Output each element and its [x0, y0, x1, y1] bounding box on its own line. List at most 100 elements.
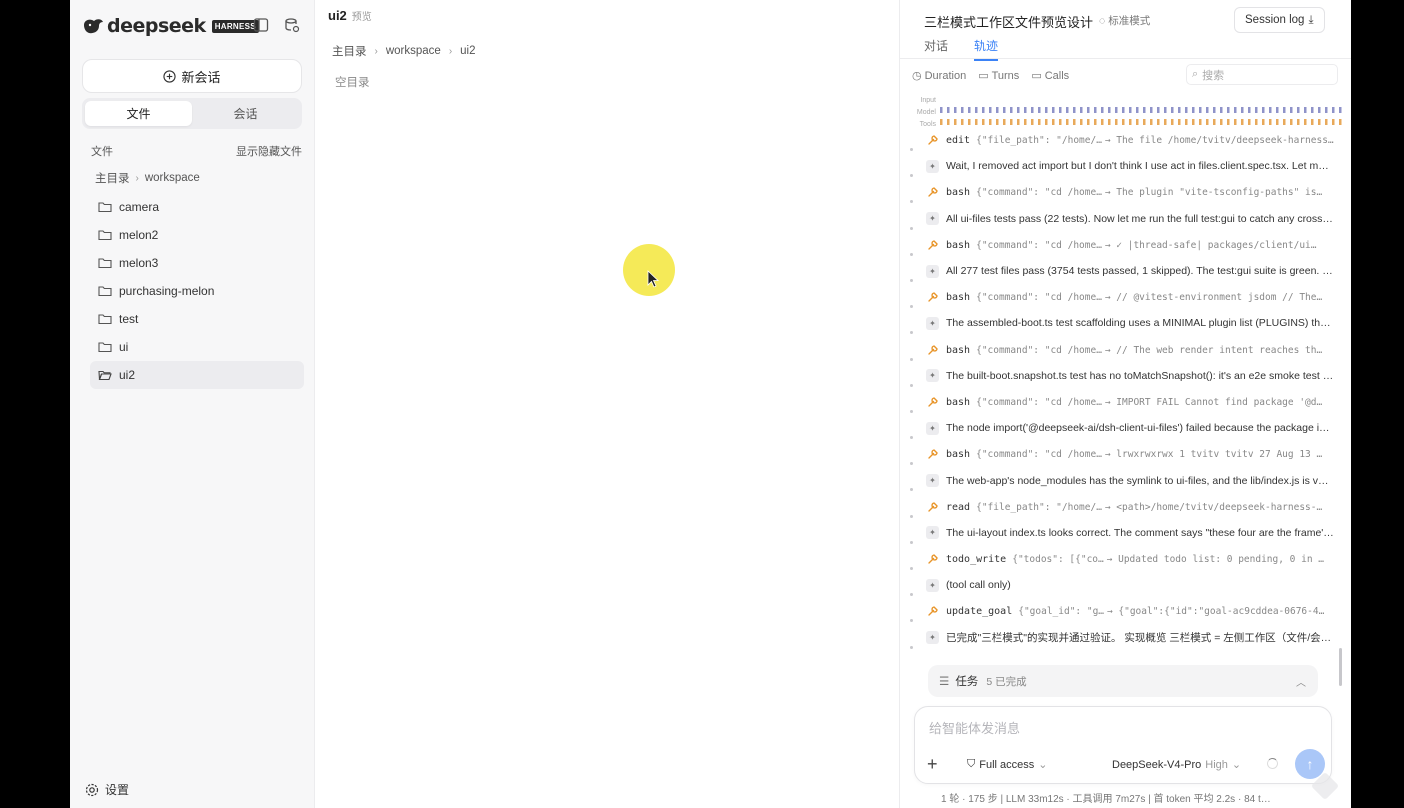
chevron-right-icon: ›: [448, 45, 453, 57]
timeline-tick: [968, 119, 971, 125]
trace-message[interactable]: ✦ All 277 test files pass (3754 tests pas…: [900, 258, 1345, 284]
trace-tool-call[interactable]: update_goal {"goal_id": "g… → {"goal":{"i…: [900, 598, 1345, 624]
timeline-dot: [910, 645, 913, 649]
timeline-tick: [1227, 119, 1230, 125]
show-hidden-files-link[interactable]: 显示隐藏文件: [236, 143, 302, 159]
sidebar-tabs: 文件 会话: [82, 98, 302, 129]
trace-message[interactable]: ✦ The web-app's node_modules has the syml…: [900, 467, 1345, 493]
folder-icon: [98, 202, 112, 213]
trace-tool-call[interactable]: bash {"command": "cd /home… → // The web …: [900, 337, 1345, 363]
trace-tool-call[interactable]: bash {"command": "cd /home… → ✓ |thread-s…: [900, 232, 1345, 258]
trace-text: update_goal {"goal_id": "g… → {"goal":{"i…: [946, 605, 1334, 617]
message-input[interactable]: 给智能体发消息: [929, 718, 1020, 737]
mode-icon: ◌: [1099, 14, 1106, 27]
task-summary-bar[interactable]: ☰ 任务 5 已完成 ︿: [928, 665, 1318, 697]
tool-result: → The plugin "vite-tsconfig-paths" is…: [1104, 187, 1323, 199]
timeline-tick: [1185, 119, 1188, 125]
timeline-tick: [961, 107, 964, 113]
sparkle-icon: ✦: [926, 159, 939, 173]
timeline-dot: [910, 252, 913, 256]
breadcrumb-home[interactable]: 主目录: [95, 170, 130, 186]
timeline-tick: [1227, 107, 1230, 113]
database-icon[interactable]: [284, 17, 300, 33]
folder-item[interactable]: ui2: [90, 361, 304, 389]
filter-turns[interactable]: ▭ Turns: [978, 69, 1019, 83]
trace-message[interactable]: ✦ The assembled-boot.ts test scaffolding …: [900, 310, 1345, 336]
trace-message[interactable]: ✦ 已完成"三栏模式"的实现并通过验证。 实现概览 三栏模式 = 左侧工作区（文件…: [900, 625, 1345, 651]
timeline-tick: [1241, 119, 1244, 125]
folder-item[interactable]: ui: [90, 333, 304, 361]
trace-tool-call[interactable]: read {"file_path": "/home/… → <path>/home…: [900, 494, 1345, 520]
session-log-button[interactable]: Session log ⤓: [1234, 7, 1325, 33]
timeline-dot: [910, 305, 913, 309]
tab-files[interactable]: 文件: [85, 101, 192, 126]
settings-button[interactable]: 设置: [85, 781, 129, 798]
timeline-tick: [1045, 119, 1048, 125]
folder-item[interactable]: purchasing-melon: [90, 277, 304, 305]
search-icon: ⌕: [1192, 68, 1199, 80]
tool-args: {"command": "cd /home…: [976, 187, 1102, 199]
trace-tool-call[interactable]: bash {"command": "cd /home… → // @vitest-…: [900, 284, 1345, 310]
chevron-up-icon[interactable]: ︿: [1296, 674, 1306, 689]
trace-text: bash {"command": "cd /home… → IMPORT FAIL…: [946, 396, 1334, 408]
trace-tool-call[interactable]: edit {"file_path": "/home/… → The file /h…: [900, 127, 1345, 153]
breadcrumb-workspace[interactable]: workspace: [145, 172, 200, 184]
trace-tool-call[interactable]: bash {"command": "cd /home… → lrwxrwxrwx …: [900, 441, 1345, 467]
trace-filters: ◷ Duration ▭ Turns ▭ Calls: [912, 69, 1069, 83]
filter-duration[interactable]: ◷ Duration: [912, 69, 966, 83]
tab-sessions[interactable]: 会话: [192, 101, 299, 126]
message-text: The assembled-boot.ts test scaffolding u…: [946, 317, 1334, 330]
scrollbar[interactable]: [1339, 648, 1342, 686]
access-selector[interactable]: ⛉ Full access ⌄: [967, 758, 1048, 771]
message-text: The built-boot.snapshot.ts test has no t…: [946, 369, 1334, 382]
timeline-tick: [1157, 107, 1160, 113]
timeline-tick: [1052, 119, 1055, 125]
tool-args: {"command": "cd /home…: [976, 344, 1102, 356]
trace-text: bash {"command": "cd /home… → The plugin …: [946, 186, 1334, 198]
trace-message[interactable]: ✦ The ui-layout index.ts looks correct. T…: [900, 520, 1345, 546]
filter-calls[interactable]: ▭ Calls: [1031, 69, 1069, 83]
brand-tag: HARNESS: [211, 19, 259, 33]
breadcrumb-workspace[interactable]: workspace: [386, 45, 441, 57]
timeline-tick: [1052, 107, 1055, 113]
breadcrumb-home[interactable]: 主目录: [332, 43, 367, 59]
folder-name: test: [119, 312, 139, 326]
model-label: DeepSeek-V4-Pro: [1112, 758, 1202, 771]
tool-args: {"command": "cd /home…: [976, 449, 1102, 461]
trace-message[interactable]: ✦ (tool call only): [900, 572, 1345, 598]
trace-search-input[interactable]: ⌕ 搜索: [1186, 64, 1338, 85]
timeline-tick: [975, 107, 978, 113]
folder-item[interactable]: melon3: [90, 249, 304, 277]
tool-name: bash: [946, 449, 971, 461]
sparkle-icon: ✦: [926, 264, 939, 278]
add-attachment-icon[interactable]: +: [927, 755, 938, 773]
timeline-dot: [910, 331, 913, 335]
message-composer: 给智能体发消息 + ⛉ Full access ⌄ DeepSeek-V4-Pr…: [914, 706, 1332, 784]
model-selector[interactable]: DeepSeek-V4-Pro High ⌄: [1112, 758, 1241, 772]
trace-tool-call[interactable]: todo_write {"todos": [{"co… → Updated tod…: [900, 546, 1345, 572]
tool-result: → lrwxrwxrwx 1 tvitv tvitv 27 Aug 13 …: [1104, 449, 1323, 461]
folder-item[interactable]: melon2: [90, 221, 304, 249]
timeline-tick: [1220, 107, 1223, 113]
folder-item[interactable]: camera: [90, 193, 304, 221]
trace-tool-call[interactable]: bash {"command": "cd /home… → The plugin …: [900, 179, 1345, 205]
clock-icon: ◷: [912, 70, 922, 82]
trace-message[interactable]: ✦ Wait, I removed act import but I don't …: [900, 153, 1345, 179]
folder-icon: [98, 258, 112, 269]
download-icon: ⤓: [1308, 13, 1314, 26]
mode-indicator[interactable]: ◌ 标准模式: [1099, 13, 1150, 28]
timeline-tick: [1010, 107, 1013, 113]
trace-message[interactable]: ✦ The node import('@deepseek-ai/dsh-clien…: [900, 415, 1345, 441]
breadcrumb-ui2[interactable]: ui2: [460, 45, 475, 57]
new-chat-button[interactable]: 新会话: [82, 59, 302, 93]
trace-tool-call[interactable]: bash {"command": "cd /home… → IMPORT FAIL…: [900, 389, 1345, 415]
preview-title-text: ui2: [328, 8, 347, 23]
folder-item[interactable]: test: [90, 305, 304, 333]
timeline-dot: [910, 409, 913, 413]
trace-message[interactable]: ✦ The built-boot.snapshot.ts test has no …: [900, 363, 1345, 389]
toggle-sidebar-icon[interactable]: [253, 17, 269, 33]
timeline-tick: [1038, 119, 1041, 125]
trace-message[interactable]: ✦ All ui-files tests pass (22 tests). Now…: [900, 206, 1345, 232]
timeline-tick: [1192, 107, 1195, 113]
timeline-dot: [910, 174, 913, 178]
